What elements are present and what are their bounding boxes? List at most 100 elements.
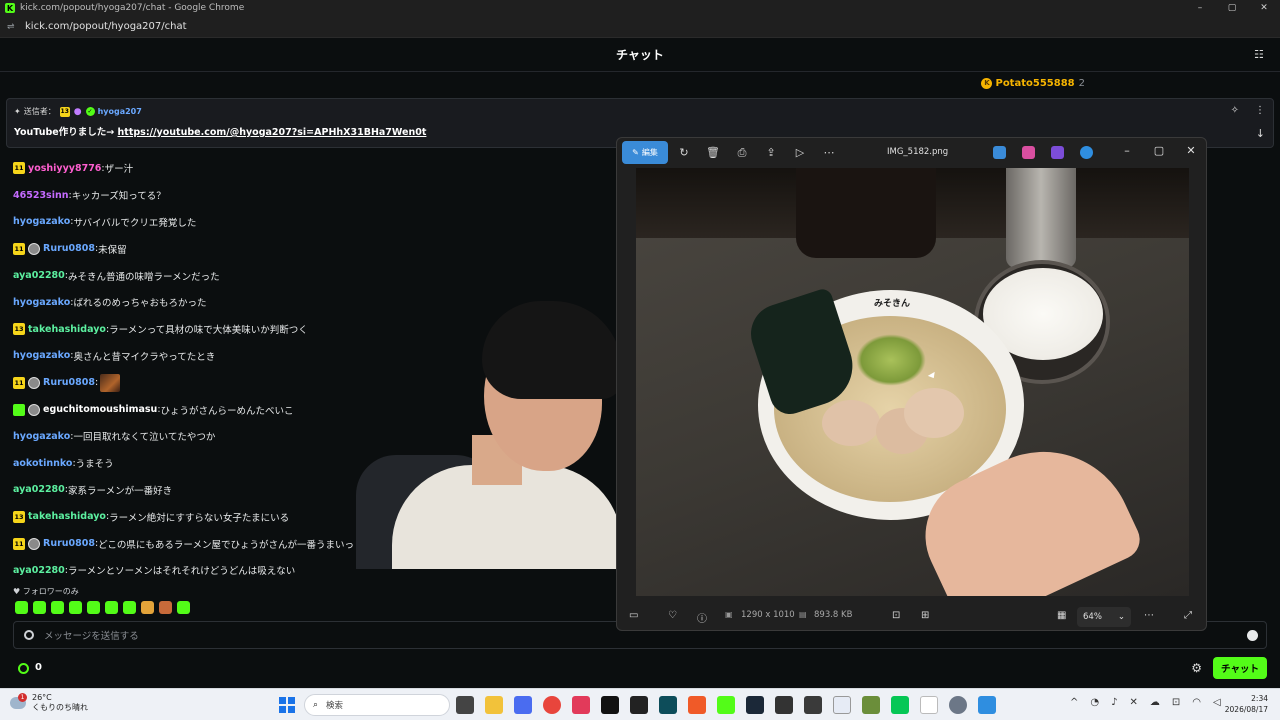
send-chat-button[interactable]: チャット: [1213, 657, 1267, 679]
store-icon[interactable]: [514, 696, 532, 714]
print-icon[interactable]: ⎙: [733, 144, 751, 162]
rotate-icon[interactable]: ↻: [675, 144, 693, 162]
file-explorer-icon[interactable]: [485, 696, 503, 714]
fit-screen-icon[interactable]: ▦: [1057, 610, 1066, 621]
visual-search-icon[interactable]: ⊡: [892, 610, 900, 621]
address-bar[interactable]: ⇌ kick.com/popout/hyoga207/chat: [0, 16, 1280, 38]
kick-app-icon[interactable]: [717, 696, 735, 714]
app-tray-icon[interactable]: ⊡: [1172, 697, 1180, 708]
taskbar-search-placeholder[interactable]: 検索: [326, 699, 343, 711]
emote-button[interactable]: [33, 601, 46, 614]
emote-button[interactable]: [51, 601, 64, 614]
chat-username[interactable]: hyogazako: [13, 431, 70, 442]
zoom-dropdown[interactable]: 64% ⌄: [1077, 607, 1131, 627]
emote-button[interactable]: [177, 601, 190, 614]
paint-app-icon[interactable]: [1022, 146, 1035, 159]
url-text[interactable]: kick.com/popout/hyoga207/chat: [25, 21, 187, 32]
onedrive-icon[interactable]: [1080, 146, 1093, 159]
photos-maximize-button[interactable]: ▢: [1150, 144, 1168, 157]
share-icon[interactable]: ⇪: [762, 144, 780, 162]
onedrive-tray-icon[interactable]: ☁: [1150, 697, 1160, 708]
photos-app-icon[interactable]: [978, 696, 996, 714]
task-view-icon[interactable]: [456, 696, 474, 714]
emote-button[interactable]: [141, 601, 154, 614]
chat-username[interactable]: Ruru0808: [43, 243, 95, 254]
chat-input-placeholder[interactable]: メッセージを送信する: [44, 628, 139, 642]
chevron-up-icon[interactable]: ^: [1070, 697, 1078, 708]
chat-username[interactable]: hyogazako: [13, 216, 70, 227]
photos-minimize-button[interactable]: –: [1118, 144, 1136, 157]
text-scan-icon[interactable]: ⊞: [921, 610, 929, 621]
emoji-picker-icon[interactable]: [1247, 630, 1258, 641]
chat-rules-icon[interactable]: [24, 630, 34, 640]
chat-username[interactable]: hyogazako: [13, 350, 70, 361]
emote-button[interactable]: [87, 601, 100, 614]
more-options-icon[interactable]: ⋮: [1255, 105, 1265, 116]
emote-button[interactable]: [69, 601, 82, 614]
wifi-icon[interactable]: ◠: [1192, 697, 1201, 708]
chat-username[interactable]: aya02280: [13, 565, 65, 576]
chat-username[interactable]: takehashidayo: [28, 324, 106, 335]
chat-username[interactable]: Ruru0808: [43, 538, 95, 549]
delete-icon[interactable]: 🗑: [704, 144, 722, 162]
chat-username[interactable]: aya02280: [13, 484, 65, 495]
app-icon[interactable]: [659, 696, 677, 714]
taskbar-clock[interactable]: 2:34 2026/08/17: [1225, 693, 1268, 715]
chrome-icon[interactable]: [543, 696, 561, 714]
pinned-link[interactable]: https://youtube.com/@hyoga207?si=APHhX31…: [118, 127, 427, 138]
favorite-heart-icon[interactable]: ♡: [668, 610, 677, 621]
ramen-photo[interactable]: みそきん: [636, 168, 1189, 596]
chat-username[interactable]: takehashidayo: [28, 511, 106, 522]
expand-arrow-icon[interactable]: ↓: [1256, 127, 1265, 140]
app-icon[interactable]: [920, 696, 938, 714]
app-icon[interactable]: [833, 696, 851, 714]
pinned-username[interactable]: hyoga207: [98, 107, 142, 116]
site-info-icon[interactable]: ⇌: [7, 22, 19, 32]
emote-button[interactable]: [159, 601, 172, 614]
close-button[interactable]: ✕: [1248, 0, 1280, 16]
brave-icon[interactable]: [688, 696, 706, 714]
weather-widget[interactable]: 1 26°C くもりのち晴れ: [10, 693, 88, 713]
windows-start-icon[interactable]: [279, 697, 295, 713]
top-gifter-name[interactable]: Potato555888: [995, 78, 1074, 89]
network-icon[interactable]: ◔: [1090, 697, 1099, 708]
app-tray-icon[interactable]: ✕: [1130, 697, 1138, 708]
unpin-icon[interactable]: ✧: [1231, 105, 1239, 116]
more-options-icon[interactable]: ⋯: [1144, 610, 1154, 621]
photos-close-button[interactable]: ✕: [1182, 144, 1200, 157]
minecraft-icon[interactable]: [862, 696, 880, 714]
emote-button[interactable]: [15, 601, 28, 614]
channel-points-icon[interactable]: [18, 663, 29, 674]
chat-username[interactable]: yoshiyyy8776: [28, 163, 101, 174]
app-icon[interactable]: [775, 696, 793, 714]
chat-username[interactable]: aya02280: [13, 270, 65, 281]
maximize-button[interactable]: ▢: [1216, 0, 1248, 16]
designer-app-icon[interactable]: [993, 146, 1006, 159]
users-icon[interactable]: ☷: [1254, 49, 1266, 61]
edit-button[interactable]: ✎ 編集: [622, 141, 668, 164]
microphone-icon[interactable]: ♪: [1111, 697, 1117, 708]
emote-button[interactable]: [105, 601, 118, 614]
clipchamp-app-icon[interactable]: [1051, 146, 1064, 159]
chat-username[interactable]: 46523sinn: [13, 190, 69, 201]
info-icon[interactable]: ⓘ: [697, 610, 707, 625]
line-icon[interactable]: [891, 696, 909, 714]
volume-icon[interactable]: ◁: [1213, 697, 1221, 708]
more-icon[interactable]: ⋯: [820, 144, 838, 162]
emote-button[interactable]: [123, 601, 136, 614]
minimize-button[interactable]: –: [1184, 0, 1216, 16]
filmstrip-icon[interactable]: ▭: [629, 610, 638, 621]
chat-username[interactable]: eguchitomoushimasu: [43, 404, 157, 415]
chat-username[interactable]: Ruru0808: [43, 377, 95, 388]
fullscreen-icon[interactable]: ⤢: [1184, 610, 1192, 621]
slideshow-icon[interactable]: ▷: [791, 144, 809, 162]
chat-username[interactable]: aokotinnko: [13, 458, 72, 469]
gear-icon[interactable]: ⚙: [1191, 661, 1202, 675]
chat-username[interactable]: hyogazako: [13, 297, 70, 308]
steam-icon[interactable]: [746, 696, 764, 714]
app-icon[interactable]: [630, 696, 648, 714]
obs-icon[interactable]: [804, 696, 822, 714]
taskbar-search[interactable]: ⌕ 検索: [304, 694, 450, 716]
app-icon[interactable]: [572, 696, 590, 714]
tiktok-icon[interactable]: [601, 696, 619, 714]
